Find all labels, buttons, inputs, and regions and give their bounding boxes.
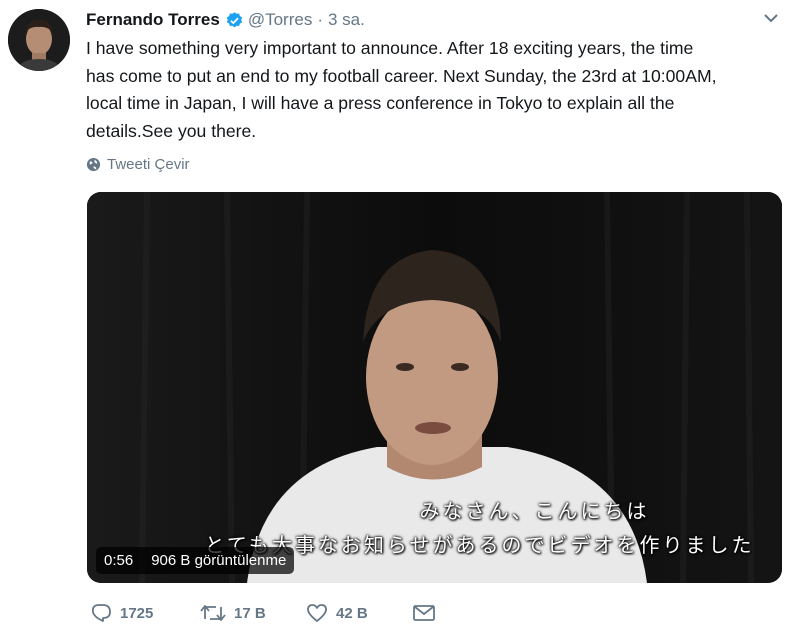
video-views: 906 B görüntülenme — [151, 552, 287, 569]
chevron-down-icon[interactable] — [763, 12, 779, 24]
reply-count: 1725 — [120, 604, 154, 622]
video-subtitle-line-1: みなさん、こんにちは — [419, 499, 650, 523]
translate-label: Tweeti Çevir — [107, 156, 190, 173]
author-handle[interactable]: @Torres — [248, 10, 313, 30]
video-duration: 0:56 — [104, 552, 134, 569]
avatar[interactable] — [8, 9, 70, 71]
author-name[interactable]: Fernando Torres — [86, 10, 220, 30]
tweet-text: I have something very important to annou… — [86, 38, 717, 141]
direct-message-button[interactable] — [412, 603, 436, 623]
video-frame — [87, 192, 782, 583]
timestamp[interactable]: 3 sa. — [328, 10, 365, 30]
video-player[interactable]: みなさん、こんにちは とても大事なお知らせがあるのでビデオを作りました 0:56… — [87, 192, 782, 583]
envelope-icon — [413, 605, 435, 621]
retweet-button[interactable]: 17 B — [200, 603, 306, 623]
tweet-header: Fernando Torres @Torres · 3 sa. — [86, 8, 365, 32]
like-count: 42 B — [336, 604, 368, 622]
tweet-card[interactable]: Fernando Torres @Torres · 3 sa. I have s… — [0, 0, 787, 634]
retweet-count: 17 B — [234, 604, 266, 622]
video-info-overlay: 0:56 906 B görüntülenme — [96, 547, 295, 574]
heart-icon — [307, 604, 327, 622]
retweet-icon — [200, 605, 226, 621]
reply-icon — [91, 604, 111, 622]
like-button[interactable]: 42 B — [306, 603, 412, 623]
translate-tweet-button[interactable]: Tweeti Çevir — [86, 156, 190, 173]
globe-icon — [86, 157, 101, 172]
verified-badge-icon — [226, 11, 243, 27]
tweet-actions: 1725 17 B 42 B — [90, 603, 436, 623]
reply-button[interactable]: 1725 — [90, 603, 200, 623]
separator-dot: · — [317, 10, 323, 29]
